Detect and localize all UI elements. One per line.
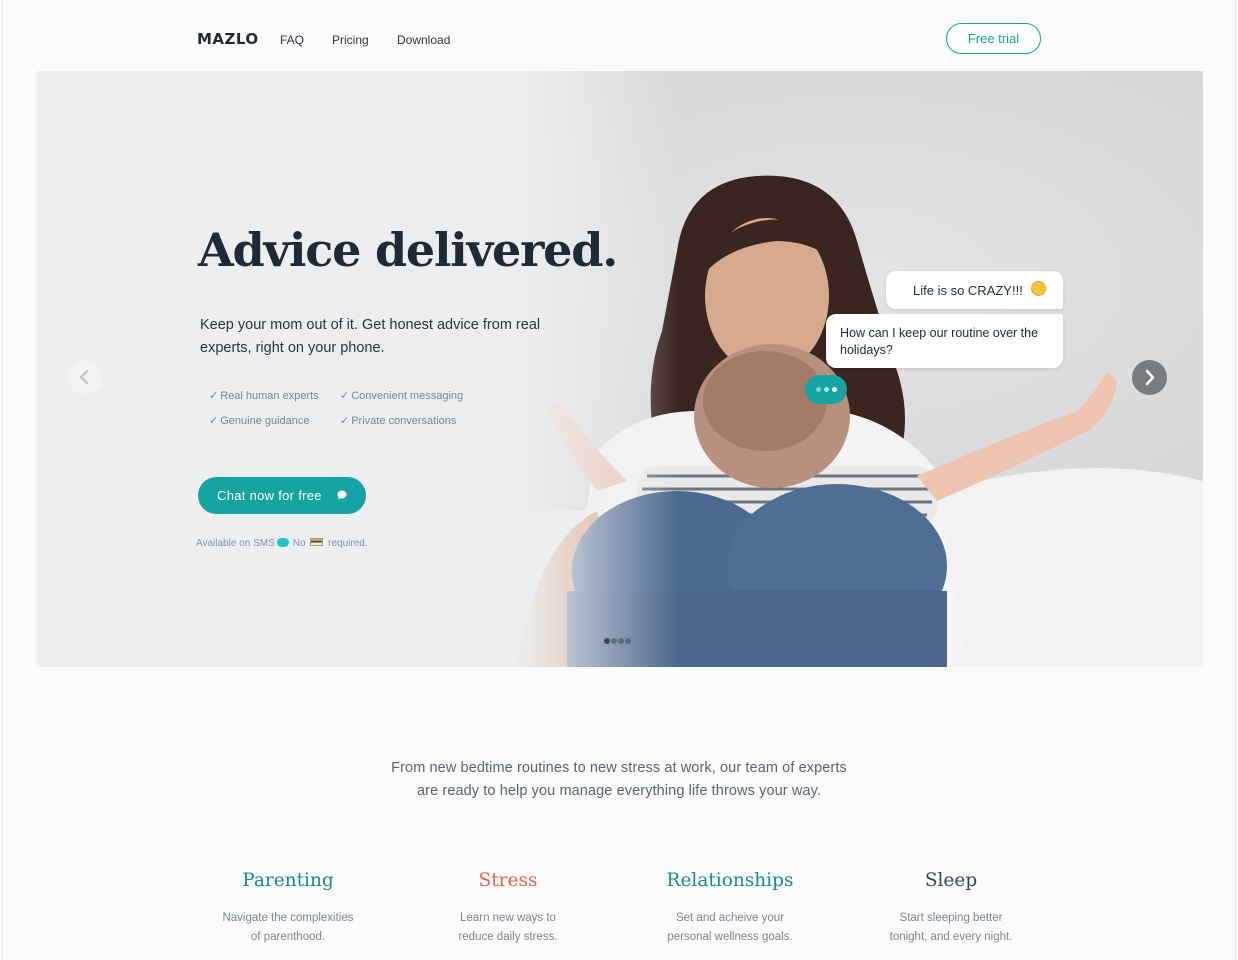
category-title: Relationships <box>666 870 794 891</box>
chat-bubble-icon <box>337 490 347 500</box>
category-title: Parenting <box>242 870 334 891</box>
check-icon: ✓ <box>340 390 350 402</box>
nav-link-faq[interactable]: FAQ <box>280 33 304 47</box>
carousel-next-button[interactable] <box>1132 360 1167 395</box>
check-icon: ✓ <box>340 415 350 427</box>
category-description: Start sleeping better tonight, and every … <box>889 912 1013 943</box>
top-nav: MAZLO FAQ Pricing Download Free trial <box>0 0 1238 72</box>
availability-note: Available on SMS No required. <box>196 538 368 549</box>
category-sleep[interactable]: Sleep Start sleeping better tonight, and … <box>851 870 1051 947</box>
category-stress[interactable]: Stress Learn new ways to reduce daily str… <box>408 870 608 947</box>
feature-item: ✓ Genuine guidance <box>209 415 310 427</box>
nav-link-pricing[interactable]: Pricing <box>332 33 369 47</box>
carousel-dot[interactable] <box>618 638 624 644</box>
feature-item: ✓ Convenient messaging <box>340 390 464 402</box>
carousel-prev-button[interactable] <box>68 360 102 394</box>
category-description: Learn new ways to reduce daily stress. <box>458 912 558 943</box>
intro-text: From new bedtime routines to new stress … <box>391 760 847 799</box>
chat-now-label: Chat now for free <box>217 488 322 503</box>
hero-title: Advice delivered. <box>198 223 618 277</box>
free-trial-button[interactable]: Free trial <box>946 23 1041 54</box>
hero-photo <box>37 71 1203 667</box>
hero-carousel: Advice delivered. Keep your mom out of i… <box>37 71 1203 667</box>
check-icon: ✓ <box>209 390 219 402</box>
nav-link-download[interactable]: Download <box>397 33 450 47</box>
chat-now-button[interactable]: Chat now for free <box>198 477 366 514</box>
category-description: Set and acheive your personal wellness go… <box>667 912 793 943</box>
chat-bubble-1: Life is so CRAZY!!! <box>886 271 1063 309</box>
carousel-dot[interactable] <box>604 638 610 644</box>
category-relationships[interactable]: Relationships Set and acheive your person… <box>630 870 830 947</box>
hero-subtitle: Keep your mom out of it. Get honest advi… <box>200 317 541 356</box>
chevron-right-icon <box>1145 369 1155 386</box>
logo[interactable]: MAZLO <box>197 30 259 48</box>
chat-bubble-2: How can I keep our routine over the holi… <box>826 314 1063 368</box>
chevron-left-icon <box>79 369 89 385</box>
feature-item: ✓ Real human experts <box>209 390 319 402</box>
category-description: Navigate the complexities of parenthood. <box>222 912 354 943</box>
category-title: Stress <box>478 870 538 891</box>
carousel-dots <box>604 631 632 649</box>
typing-indicator <box>805 375 847 404</box>
check-icon: ✓ <box>209 415 219 427</box>
category-title: Sleep <box>924 870 978 891</box>
emoji-icon <box>1031 281 1046 296</box>
credit-card-icon <box>310 538 324 546</box>
carousel-dot[interactable] <box>611 638 617 644</box>
carousel-dot[interactable] <box>625 638 631 644</box>
feature-item: ✓ Private conversations <box>340 415 457 427</box>
category-parenting[interactable]: Parenting Navigate the complexities of pa… <box>188 870 388 947</box>
sms-icon <box>276 538 289 547</box>
